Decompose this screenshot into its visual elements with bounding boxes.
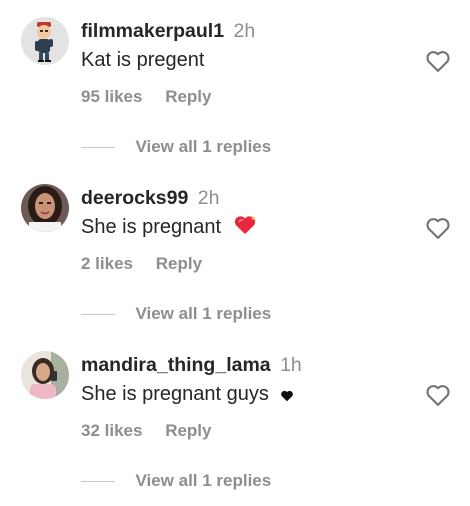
- view-replies-button[interactable]: View all 1 replies: [135, 137, 271, 156]
- reply-button[interactable]: Reply: [165, 87, 211, 106]
- avatar[interactable]: [21, 351, 69, 399]
- view-replies[interactable]: View all 1 replies: [81, 302, 271, 326]
- avatar-image: [21, 351, 69, 399]
- timestamp: 2h: [233, 20, 256, 42]
- comment-item: mandira_thing_lama 1h She is pregnant gu…: [0, 334, 470, 500]
- view-replies-button[interactable]: View all 1 replies: [135, 304, 271, 323]
- likes-count[interactable]: 32 likes: [81, 421, 142, 440]
- replies-divider: [81, 146, 115, 148]
- comment-item: deerocks99 2h She is pregnant 2 likes Re…: [0, 167, 470, 333]
- avatar[interactable]: [21, 17, 69, 65]
- username[interactable]: filmmakerpaul1: [81, 20, 224, 42]
- comment-header: mandira_thing_lama 1h: [81, 352, 302, 378]
- likes-count[interactable]: 95 likes: [81, 87, 142, 106]
- view-replies-button[interactable]: View all 1 replies: [135, 471, 271, 490]
- sparkling-heart-emoji: [233, 214, 257, 244]
- comment-actions: 95 likes Reply: [81, 85, 211, 109]
- replies-divider: [81, 480, 115, 482]
- username[interactable]: mandira_thing_lama: [81, 354, 271, 376]
- likes-count[interactable]: 2 likes: [81, 254, 133, 273]
- comment-header: deerocks99 2h: [81, 185, 219, 211]
- view-replies[interactable]: View all 1 replies: [81, 469, 271, 493]
- avatar-image: [21, 17, 69, 65]
- reply-button[interactable]: Reply: [165, 421, 211, 440]
- timestamp: 2h: [197, 187, 220, 209]
- comment-actions: 32 likes Reply: [81, 419, 211, 443]
- black-heart-icon: [281, 390, 294, 402]
- comment-text: She is pregnant: [81, 213, 257, 244]
- sparkling-heart-icon: [234, 216, 255, 234]
- replies-divider: [81, 313, 115, 315]
- heart-outline-icon[interactable]: [424, 381, 452, 409]
- view-replies[interactable]: View all 1 replies: [81, 135, 271, 159]
- username[interactable]: deerocks99: [81, 187, 188, 209]
- comment-text: Kat is pregent: [81, 46, 204, 74]
- avatar[interactable]: [21, 184, 69, 232]
- comment-text: She is pregnant guys: [81, 380, 294, 411]
- avatar-image: [21, 184, 69, 232]
- comment-text-body: She is pregnant guys: [81, 383, 269, 405]
- heart-outline-icon[interactable]: [424, 47, 452, 75]
- comment-text-body: Kat is pregent: [81, 49, 205, 71]
- comment-header: filmmakerpaul1 2h: [81, 18, 255, 44]
- black-heart-suit-emoji: [280, 383, 294, 411]
- heart-outline-icon[interactable]: [424, 214, 452, 242]
- comment-actions: 2 likes Reply: [81, 252, 202, 276]
- reply-button[interactable]: Reply: [156, 254, 202, 273]
- comment-item: filmmakerpaul1 2h Kat is pregent 95 like…: [0, 0, 470, 166]
- timestamp: 1h: [280, 354, 302, 376]
- comment-text-body: She is pregnant: [81, 216, 222, 238]
